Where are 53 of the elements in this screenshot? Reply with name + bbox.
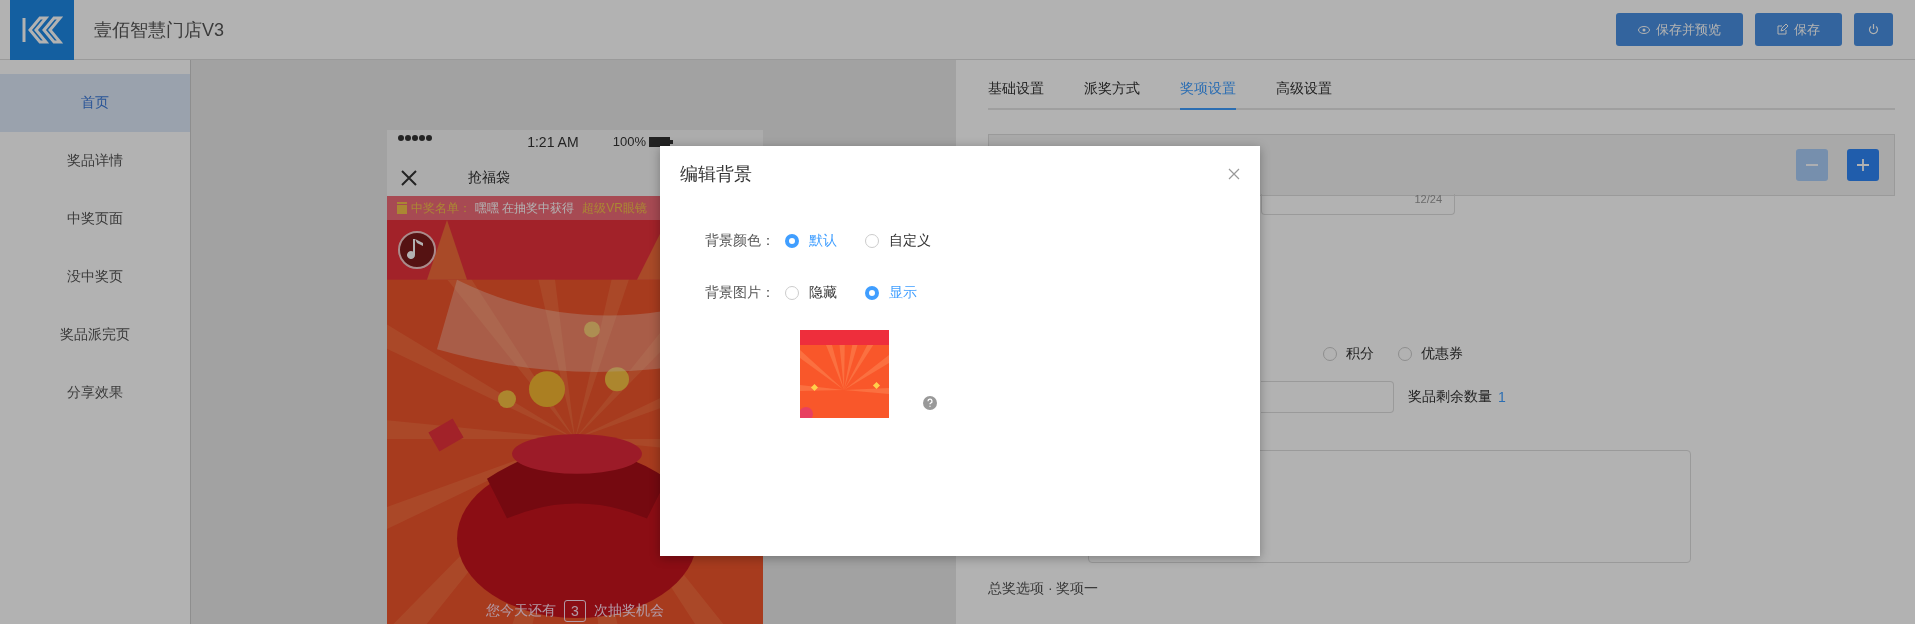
sidebar-item[interactable]: 首页 [0, 74, 190, 132]
sidebar-item[interactable]: 分享效果 [0, 364, 190, 422]
radio-label: 积分 [1346, 345, 1374, 363]
winners-label: 中奖名单： [411, 199, 471, 217]
sidebar-item[interactable]: 中奖页面 [0, 190, 190, 248]
eye-icon [1638, 24, 1650, 35]
page-title: 抢福袋 [467, 169, 511, 187]
radio-button[interactable] [1323, 347, 1337, 361]
power-button[interactable] [1854, 13, 1893, 46]
input-field[interactable] [1261, 381, 1394, 413]
plus-button[interactable] [1847, 149, 1879, 181]
settings-tab[interactable]: 派奖方式 [1084, 74, 1140, 110]
signal-icon [397, 134, 433, 142]
radio-button[interactable] [785, 286, 799, 300]
sidebar-item[interactable]: 没中奖页 [0, 248, 190, 306]
field-label: 背景颜色： [704, 232, 775, 250]
preview-button[interactable]: 保存并预览 [1616, 13, 1743, 46]
power-icon [1868, 24, 1879, 35]
edit-icon [1777, 24, 1788, 35]
battery-level: 100% [612, 134, 646, 149]
section-title: 总奖选项 · 奖项一 [988, 580, 1100, 598]
dialog-title: 编辑背景 [680, 163, 752, 186]
sidebar-item[interactable]: 奖品派完页 [0, 306, 190, 364]
remaining-count: 1 [1498, 389, 1506, 405]
radio-button[interactable] [865, 234, 879, 248]
remaining-label: 奖品剩余数量 [1408, 388, 1492, 406]
radio-button[interactable] [1398, 347, 1412, 361]
radio-label: 默认 [809, 232, 837, 250]
radio-label: 显示 [889, 284, 917, 302]
gift-icon [397, 202, 407, 214]
close-icon[interactable] [401, 170, 417, 186]
winner-text: 嘿嘿 在抽奖中获得 [475, 199, 575, 217]
radio-label: 自定义 [889, 232, 931, 250]
chances-text: 次抽奖机会 [593, 602, 664, 620]
sidebar-item[interactable]: 奖品详情 [0, 132, 190, 190]
radio-label: 优惠券 [1421, 345, 1463, 363]
plus-icon [1857, 159, 1869, 171]
battery-icon [649, 136, 673, 147]
help-icon[interactable] [923, 396, 937, 410]
radio-label: 隐藏 [809, 284, 837, 302]
radio-button[interactable] [865, 286, 879, 300]
app-title: 壹佰智慧门店V3 [94, 18, 226, 42]
minus-icon [1806, 164, 1818, 166]
music-note-icon[interactable] [397, 230, 437, 270]
settings-tab[interactable]: 高级设置 [1276, 74, 1332, 110]
chances-text: 您今天还有 [486, 602, 557, 620]
radio-button[interactable] [785, 234, 799, 248]
save-button[interactable]: 保存 [1755, 13, 1842, 46]
field-label: 背景图片： [704, 284, 775, 302]
settings-tab[interactable]: 基础设置 [988, 74, 1044, 110]
chances-count: 3 [564, 600, 586, 622]
char-counter: 12/24 [1414, 194, 1442, 204]
status-time: 1:21 AM [527, 134, 579, 150]
